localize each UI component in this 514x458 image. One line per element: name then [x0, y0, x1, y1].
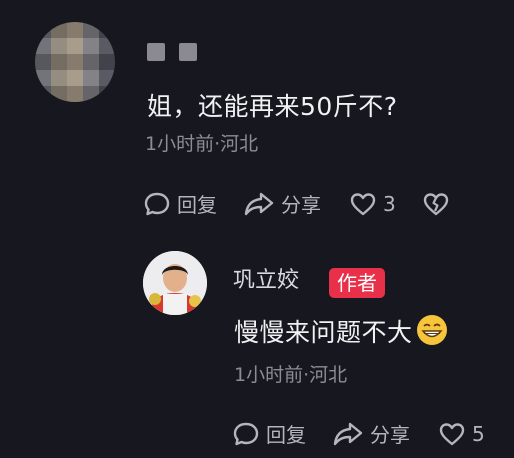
reply-like-button[interactable]: 5: [438, 420, 485, 448]
reply-reply-label: 回复: [266, 423, 306, 447]
like-count: 3: [383, 191, 396, 216]
reply-share-button[interactable]: 分享: [332, 419, 410, 448]
reply-like-count: 5: [472, 421, 485, 446]
author-avatar-image: [143, 251, 207, 315]
comment-actions: 回复 分享 3: [143, 189, 450, 218]
broken-heart-icon: [423, 192, 448, 215]
comment-meta: 1小时前·河北: [145, 133, 259, 155]
author-badge: 作者: [329, 268, 385, 298]
reply-reply-button[interactable]: 回复: [232, 419, 306, 448]
heart-icon: [350, 192, 376, 215]
reply-label: 回复: [177, 193, 217, 217]
reply-text-row: 慢慢来问题不大: [234, 313, 447, 349]
like-button[interactable]: 3: [349, 190, 396, 218]
commenter-avatar[interactable]: [35, 22, 115, 102]
share-label: 分享: [281, 193, 321, 217]
comment-text: 姐，还能再来50斤不?: [147, 92, 398, 121]
reply-username[interactable]: 巩立姣: [233, 262, 299, 294]
reply-meta: 1小时前·河北: [234, 364, 348, 386]
speech-bubble-icon: [233, 422, 259, 445]
grin-emoji-icon: [416, 315, 447, 345]
reply-actions: 回复 分享 5: [232, 419, 485, 448]
share-button[interactable]: 分享: [243, 189, 321, 218]
dislike-button[interactable]: [422, 190, 450, 218]
share-arrow-icon: [333, 422, 363, 445]
reply-share-label: 分享: [370, 423, 410, 447]
reply-button[interactable]: 回复: [143, 189, 217, 218]
reply-text: 慢慢来问题不大: [234, 318, 413, 347]
share-arrow-icon: [244, 192, 274, 215]
author-avatar[interactable]: [143, 251, 207, 315]
masked-username[interactable]: [147, 43, 197, 61]
speech-bubble-icon: [144, 192, 170, 215]
heart-icon: [439, 422, 465, 445]
